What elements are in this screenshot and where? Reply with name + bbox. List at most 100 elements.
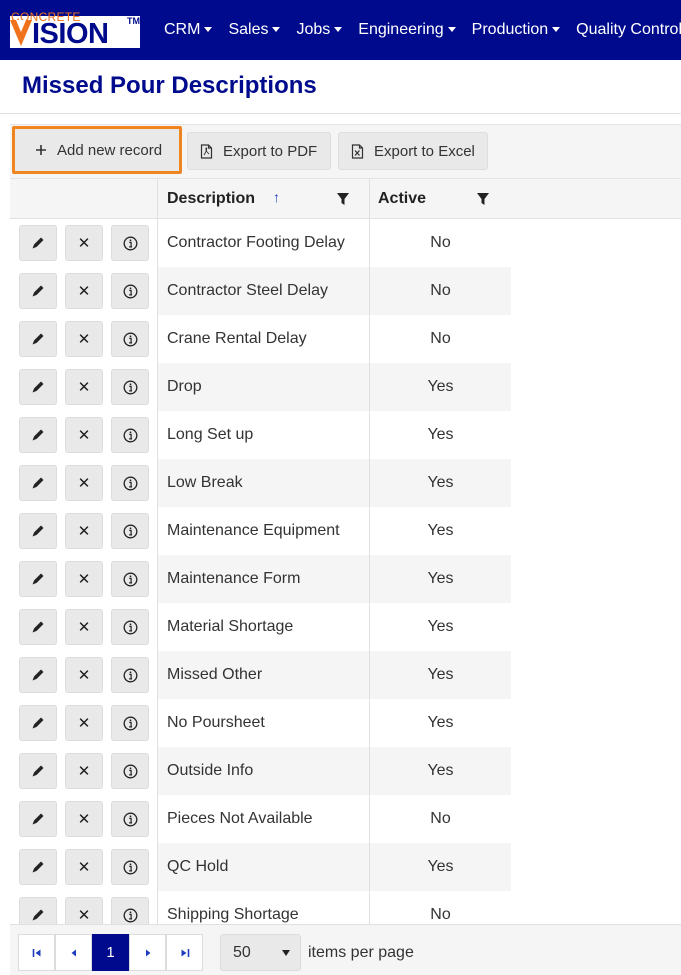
row-actions: ✕ bbox=[10, 315, 157, 363]
export-excel-button[interactable]: Export to Excel bbox=[338, 132, 488, 170]
last-page-button[interactable] bbox=[166, 934, 203, 971]
pencil-icon bbox=[32, 525, 44, 537]
close-icon: ✕ bbox=[77, 907, 91, 924]
top-navbar: CONCRETE ISION TM CRM Sales Jobs Enginee… bbox=[0, 0, 681, 60]
pencil-icon bbox=[32, 813, 44, 825]
edit-button[interactable] bbox=[19, 657, 57, 693]
pencil-icon bbox=[32, 861, 44, 873]
details-button[interactable] bbox=[111, 513, 149, 549]
edit-button[interactable] bbox=[19, 801, 57, 837]
delete-button[interactable]: ✕ bbox=[65, 849, 103, 885]
page-size-select[interactable]: 50 bbox=[220, 934, 301, 971]
close-icon: ✕ bbox=[77, 715, 91, 732]
delete-button[interactable]: ✕ bbox=[65, 561, 103, 597]
current-page-button[interactable]: 1 bbox=[92, 934, 129, 971]
description-cell: Maintenance Form bbox=[157, 555, 370, 603]
delete-button[interactable]: ✕ bbox=[65, 465, 103, 501]
nav-item-production[interactable]: Production bbox=[472, 21, 561, 39]
edit-button[interactable] bbox=[19, 465, 57, 501]
description-cell: Contractor Footing Delay bbox=[157, 219, 370, 267]
info-icon bbox=[123, 764, 137, 778]
details-button[interactable] bbox=[111, 849, 149, 885]
grid-pager: 1 50 items per page bbox=[10, 924, 681, 975]
pencil-icon bbox=[32, 717, 44, 729]
details-button[interactable] bbox=[111, 705, 149, 741]
close-icon: ✕ bbox=[77, 475, 91, 492]
close-icon: ✕ bbox=[77, 763, 91, 780]
pencil-icon bbox=[32, 477, 44, 489]
details-button[interactable] bbox=[111, 369, 149, 405]
delete-button[interactable]: ✕ bbox=[65, 705, 103, 741]
table-row: ✕ Outside Info Yes bbox=[10, 747, 511, 795]
delete-button[interactable]: ✕ bbox=[65, 225, 103, 261]
previous-page-button[interactable] bbox=[55, 934, 92, 971]
table-row: ✕ Missed Other Yes bbox=[10, 651, 511, 699]
nav-item-sales[interactable]: Sales bbox=[228, 21, 281, 39]
delete-button[interactable]: ✕ bbox=[65, 417, 103, 453]
delete-button[interactable]: ✕ bbox=[65, 513, 103, 549]
details-button[interactable] bbox=[111, 561, 149, 597]
next-page-button[interactable] bbox=[129, 934, 166, 971]
edit-button[interactable] bbox=[19, 273, 57, 309]
details-button[interactable] bbox=[111, 321, 149, 357]
pencil-icon bbox=[32, 333, 44, 345]
delete-button[interactable]: ✕ bbox=[65, 609, 103, 645]
pdf-file-icon bbox=[200, 143, 213, 159]
close-icon: ✕ bbox=[77, 235, 91, 252]
row-actions: ✕ bbox=[10, 459, 157, 507]
delete-button[interactable]: ✕ bbox=[65, 657, 103, 693]
caret-down-icon bbox=[204, 26, 213, 32]
delete-button[interactable]: ✕ bbox=[65, 369, 103, 405]
description-cell: QC Hold bbox=[157, 843, 370, 891]
column-header-active-label: Active bbox=[378, 190, 427, 207]
edit-button[interactable] bbox=[19, 369, 57, 405]
column-header-description[interactable]: Description ↑ bbox=[157, 179, 370, 219]
nav-item-quality-control[interactable]: Quality Control bbox=[576, 21, 681, 39]
details-button[interactable] bbox=[111, 753, 149, 789]
close-icon: ✕ bbox=[77, 571, 91, 588]
row-actions: ✕ bbox=[10, 363, 157, 411]
column-header-active[interactable]: Active bbox=[370, 179, 511, 219]
filter-icon[interactable] bbox=[336, 192, 350, 206]
edit-button[interactable] bbox=[19, 417, 57, 453]
table-row: ✕ Drop Yes bbox=[10, 363, 511, 411]
description-cell: Low Break bbox=[157, 459, 370, 507]
details-button[interactable] bbox=[111, 801, 149, 837]
edit-button[interactable] bbox=[19, 321, 57, 357]
active-cell: Yes bbox=[427, 858, 454, 875]
delete-button[interactable]: ✕ bbox=[65, 273, 103, 309]
details-button[interactable] bbox=[111, 225, 149, 261]
close-icon: ✕ bbox=[77, 619, 91, 636]
edit-button[interactable] bbox=[19, 225, 57, 261]
next-page-icon bbox=[145, 949, 150, 956]
nav-item-engineering[interactable]: Engineering bbox=[358, 21, 456, 39]
delete-button[interactable]: ✕ bbox=[65, 321, 103, 357]
nav-item-crm[interactable]: CRM bbox=[164, 21, 213, 39]
details-button[interactable] bbox=[111, 273, 149, 309]
details-button[interactable] bbox=[111, 465, 149, 501]
delete-button[interactable]: ✕ bbox=[65, 753, 103, 789]
row-actions: ✕ bbox=[10, 219, 157, 267]
edit-button[interactable] bbox=[19, 561, 57, 597]
edit-button[interactable] bbox=[19, 849, 57, 885]
edit-button[interactable] bbox=[19, 609, 57, 645]
export-pdf-button[interactable]: Export to PDF bbox=[187, 132, 331, 170]
concrete-vision-logo[interactable]: CONCRETE ISION TM bbox=[10, 10, 140, 49]
edit-button[interactable] bbox=[19, 753, 57, 789]
active-cell: Yes bbox=[427, 474, 454, 491]
first-page-button[interactable] bbox=[18, 934, 55, 971]
nav-item-jobs[interactable]: Jobs bbox=[296, 21, 343, 39]
edit-button[interactable] bbox=[19, 705, 57, 741]
active-cell: Yes bbox=[427, 570, 454, 587]
delete-button[interactable]: ✕ bbox=[65, 801, 103, 837]
filter-icon[interactable] bbox=[476, 192, 490, 206]
details-button[interactable] bbox=[111, 657, 149, 693]
active-cell: No bbox=[430, 234, 451, 251]
edit-button[interactable] bbox=[19, 513, 57, 549]
add-new-record-button[interactable]: Add new record bbox=[12, 126, 182, 174]
nav-item-label: Production bbox=[471, 21, 549, 38]
active-cell: Yes bbox=[427, 522, 454, 539]
details-button[interactable] bbox=[111, 417, 149, 453]
details-button[interactable] bbox=[111, 609, 149, 645]
caret-down-icon bbox=[282, 950, 290, 956]
